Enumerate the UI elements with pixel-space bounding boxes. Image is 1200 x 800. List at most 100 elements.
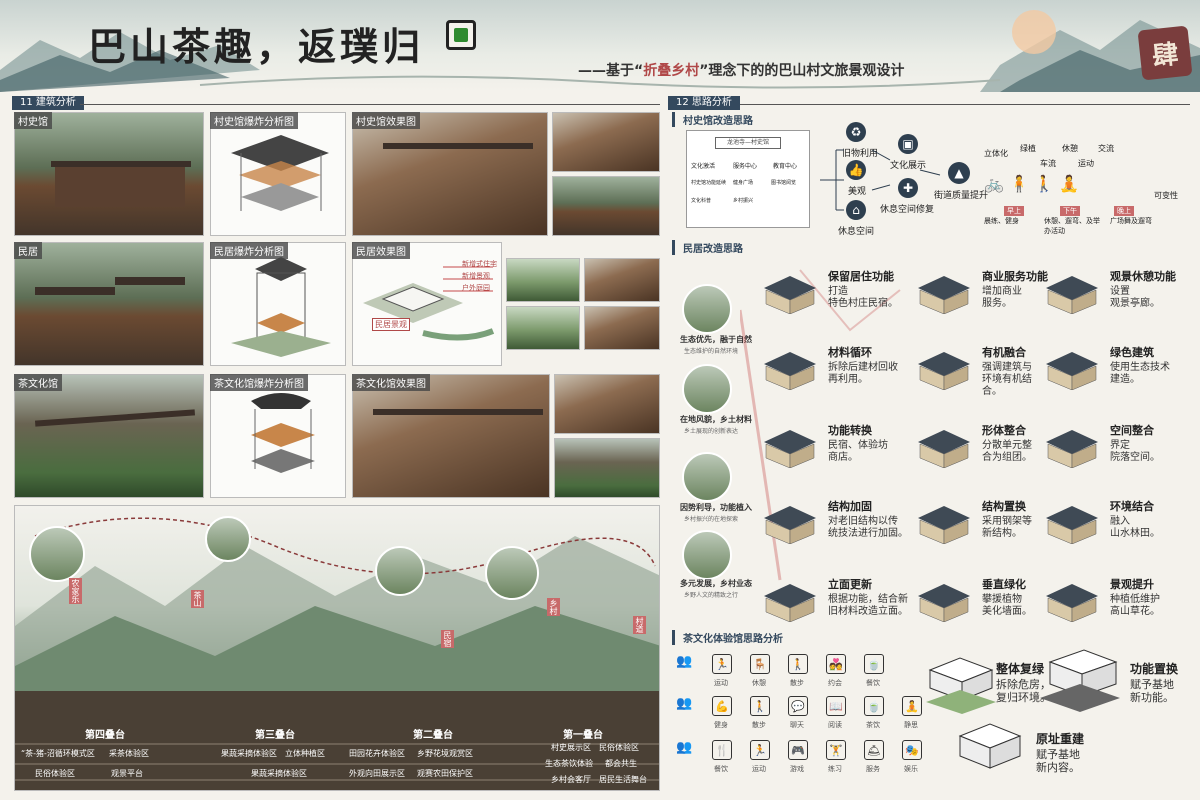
principle-sub: 生态维护的自然环境 — [684, 348, 739, 355]
time-label: 早上 — [1004, 206, 1024, 216]
landscape-bubble — [29, 526, 85, 582]
image-icon: ▣ — [898, 134, 918, 154]
people-icons: 🚲 🧍 🚶 🧘 — [984, 174, 1079, 193]
landscape-tag: 乡村 — [547, 598, 560, 616]
zone-label: 生态茶饮体验 — [545, 759, 593, 768]
activity-label: 静思 — [904, 721, 918, 729]
org-root: 龙池寺—村史馆 — [715, 137, 781, 149]
house-strategy-desc: 民宿、体验坊 商店。 — [828, 440, 888, 463]
house-strategy-desc: 设置 观景亭廊。 — [1110, 286, 1160, 309]
principle-title: 在地风貌，乡土材料 — [680, 415, 752, 424]
panel-label: 茶文化馆效果图 — [352, 374, 430, 391]
house-strategy-title: 绿色建筑 — [1110, 346, 1154, 359]
house-strategy-desc: 拆除后建材回收 再利用。 — [828, 362, 898, 385]
museum-detail-photo — [552, 112, 660, 172]
panel-heading: 村史馆改造思路 — [672, 112, 753, 127]
landscape-tag: 民宿 — [441, 630, 454, 648]
thumbs-up-icon: 👍 — [846, 160, 866, 180]
activity-label: 娱乐 — [904, 765, 918, 773]
tea-strategy-desc: 赋予基地 新功能。 — [1130, 678, 1174, 704]
org-node: 教育中心 — [773, 163, 798, 170]
poster: 巴山茶趣，返璞归 ——基于“折叠乡村”理念下的的巴山村文旅景观设计 肆 11 建… — [0, 0, 1200, 800]
tea-detail-photo — [554, 438, 660, 498]
org-leaf: 图书馆阅览 — [771, 180, 797, 186]
house-explode-diagram — [210, 242, 346, 366]
flow-node: 美观 — [848, 187, 867, 197]
house-strategy-desc: 根据功能，结合新 旧材料改造立面。 — [828, 594, 908, 617]
page-subtitle: ——基于“折叠乡村”理念下的的巴山村文旅景观设计 — [578, 63, 905, 79]
activity-icon: 📖 — [826, 696, 846, 716]
org-leaf: 文化科普 — [691, 198, 712, 204]
recycle-icon: ♻ — [846, 122, 866, 142]
house-massing-icon — [1040, 270, 1104, 315]
house-strategy-title: 材料循环 — [828, 346, 872, 359]
principle-bubble — [682, 284, 732, 334]
time-label: 下午 — [1060, 206, 1080, 216]
activity-label: 餐饮 — [714, 765, 728, 773]
activity-label: 散步 — [752, 721, 766, 729]
house-tag: 户外庭园 — [462, 284, 490, 292]
flow-node: 休息空间修复 — [880, 205, 935, 215]
section-architecture-label: 11 建筑分析 — [12, 96, 84, 110]
panel-label: 茶文化馆 — [14, 374, 62, 391]
tea-strategy-desc: 拆除危房， 复归环境。 — [996, 678, 1051, 704]
flow-brackets — [820, 149, 941, 211]
house-photo — [14, 242, 204, 366]
zone-label: 民俗体验区 — [35, 769, 75, 778]
terrace-landscape-illustration: 农家乐 茶山 民宿 乡村 村道 第四叠台 第三叠台 第二叠台 第一叠台 “茶-猪… — [14, 505, 660, 791]
house-massing-icon — [912, 500, 976, 545]
panel-label: 茶文化馆爆炸分析图 — [210, 374, 308, 391]
zone-label: 居民生活舞台 — [599, 775, 647, 784]
tier-label: 第三叠台 — [255, 730, 295, 741]
house-strategy-desc: 使用生态技术 建造。 — [1110, 362, 1170, 385]
tea-strategy-title: 整体复绿 — [996, 662, 1045, 676]
museum-explode-diagram — [210, 112, 346, 236]
activity-label: 聊天 — [790, 721, 804, 729]
tea-strategy-desc: 赋予基地 新内容。 — [1036, 748, 1080, 774]
house-massing-icon — [758, 424, 822, 469]
activity-icon: 🎭 — [902, 740, 922, 760]
tea-effect-render — [352, 374, 550, 498]
zone-label: “茶-猪-沼循环模式区 — [21, 749, 95, 758]
house-strategy-desc: 对老旧结构以传 统技法进行加固。 — [828, 516, 908, 539]
house-massing-icon — [912, 270, 976, 315]
activity-label: 运动 — [752, 765, 766, 773]
landscape-bubble — [485, 546, 539, 600]
idea-label: 交流 — [1098, 144, 1114, 153]
tea-strategy-title: 原址重建 — [1036, 732, 1085, 746]
house-strategy-desc: 增加商业 服务。 — [982, 286, 1022, 309]
house-massing-icon — [912, 578, 976, 623]
panel-label: 民居 — [14, 242, 42, 259]
principle-bubble — [682, 530, 732, 580]
house-tag: 民居景观 — [372, 318, 410, 331]
principle-bubble — [682, 364, 732, 414]
org-leaf: 村史馆功能延续 — [691, 180, 727, 186]
house-massing-icon — [912, 424, 976, 469]
panel-label: 村史馆 — [14, 112, 52, 129]
house-massing-icon — [1040, 424, 1104, 469]
group-people-icon: 👥 — [676, 654, 693, 669]
house-strategy-desc: 分散单元整 合为组团。 — [982, 440, 1032, 463]
house-strategy-desc: 采用钢架等 新结构。 — [982, 516, 1032, 539]
landscape-tag: 村道 — [633, 616, 646, 634]
museum-effect-render — [352, 112, 548, 236]
house-strategy-desc: 强调建筑与 环境有机结 合。 — [982, 362, 1032, 397]
house-massing-icon — [758, 346, 822, 391]
museum-detail-photo — [552, 176, 660, 236]
house-strategy-title: 垂直绿化 — [982, 578, 1026, 591]
principle-bubble — [682, 452, 732, 502]
page-seal: 肆 — [1137, 25, 1193, 81]
flow-node: 旧物利用 — [842, 149, 879, 159]
house-massing-icon — [912, 346, 976, 391]
org-chart: 龙池寺—村史馆 文化激活 服务中心 教育中心 村史馆功能延续 健身广场 图书馆阅… — [686, 130, 810, 228]
zone-label: 民俗体验区 — [599, 743, 639, 752]
house-strategy-title: 环境结合 — [1110, 500, 1154, 513]
time-desc: 广场舞及遛弯 — [1110, 217, 1152, 225]
house-massing-icon — [1040, 578, 1104, 623]
idea-label: 车流 — [1040, 159, 1056, 168]
idea-label: 可变性 — [1154, 191, 1178, 200]
chart-icon: ▲ — [948, 162, 970, 184]
zone-label: 乡村会客厅 — [551, 775, 591, 784]
org-leaf: 乡村振兴 — [733, 198, 754, 204]
tea-strategy-title: 功能置换 — [1130, 662, 1179, 676]
